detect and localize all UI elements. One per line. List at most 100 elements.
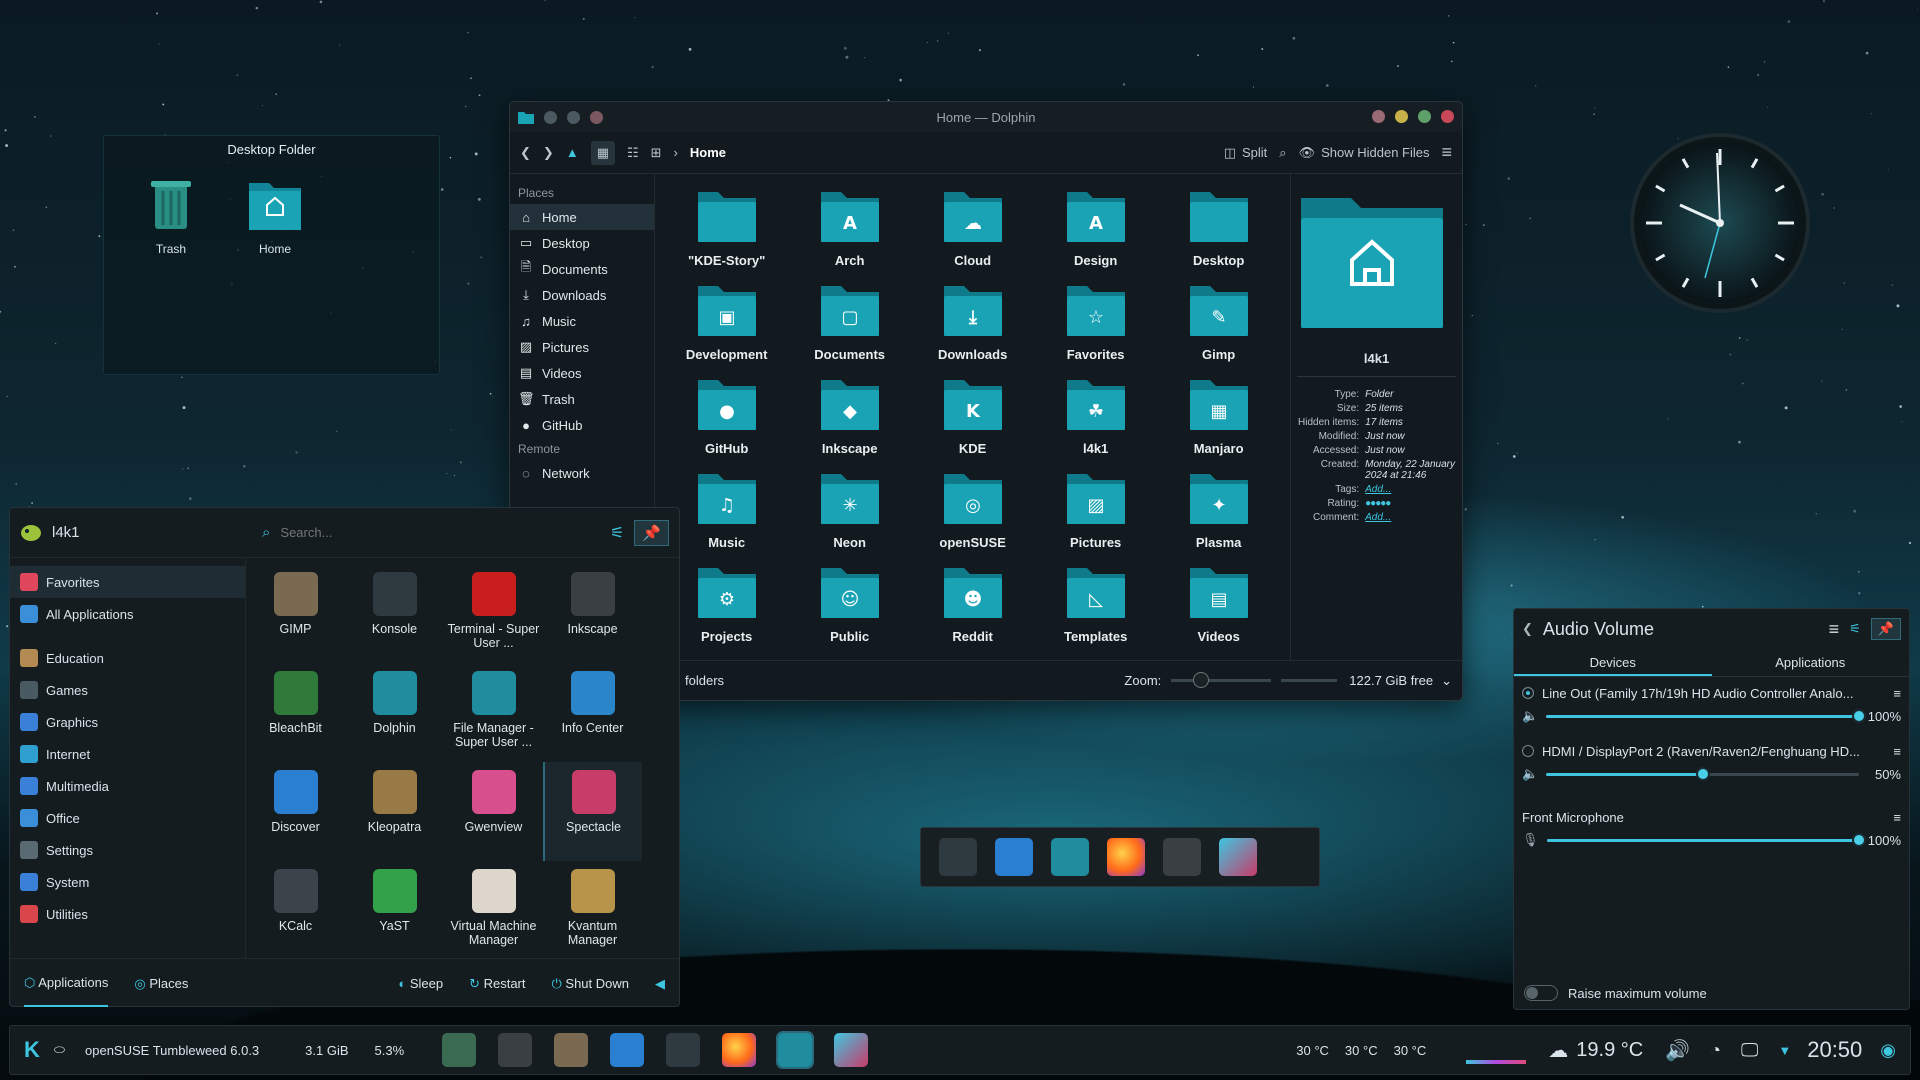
search-input[interactable]: [280, 525, 600, 540]
app-kleopatra[interactable]: Kleopatra: [345, 762, 444, 861]
app-virtual-machine-manager[interactable]: Virtual Machine Manager: [444, 861, 543, 960]
folder-item[interactable]: ☻ Reddit: [911, 560, 1034, 654]
folder-item[interactable]: ▦ Manjaro: [1157, 372, 1280, 466]
folder-item[interactable]: "KDE-Story": [665, 184, 788, 278]
weather-icon[interactable]: ☁: [1548, 1038, 1568, 1063]
back-button[interactable]: ❮: [520, 145, 531, 161]
task-gwenview[interactable]: [442, 1033, 477, 1067]
mic-volume-slider[interactable]: [1546, 832, 1866, 847]
hamburger-menu-button[interactable]: ≡: [1441, 142, 1452, 163]
volume-slider[interactable]: [1546, 708, 1866, 723]
folder-item[interactable]: ✳ Neon: [788, 466, 911, 560]
rating-stars[interactable]: ●●●●●: [1365, 498, 1456, 509]
app-kcalc[interactable]: KCalc: [246, 861, 345, 960]
folder-item[interactable]: ☁ Cloud: [911, 184, 1034, 278]
avatar[interactable]: [20, 523, 42, 543]
menu-icon[interactable]: ≡: [1829, 619, 1840, 640]
speaker-icon[interactable]: 🔈: [1522, 766, 1538, 782]
menu-dot-button[interactable]: [544, 110, 557, 124]
speaker-icon[interactable]: 🔈: [1522, 708, 1538, 724]
device-radio[interactable]: [1522, 687, 1534, 699]
tags-add-link[interactable]: Add...: [1365, 484, 1456, 495]
zoom-slider[interactable]: [1171, 672, 1272, 688]
volume-slider[interactable]: [1546, 766, 1859, 781]
places-item-pictures[interactable]: ▨ Pictures: [510, 334, 654, 360]
category-graphics[interactable]: Graphics: [10, 706, 245, 738]
places-item-music[interactable]: ♫ Music: [510, 308, 654, 334]
folder-item[interactable]: ☘ l4k1: [1034, 372, 1157, 466]
category-multimedia[interactable]: Multimedia: [10, 770, 245, 802]
breadcrumb[interactable]: Home: [690, 145, 726, 160]
tab-devices[interactable]: Devices: [1514, 649, 1712, 676]
pin-button[interactable]: 📌: [1870, 618, 1901, 640]
kde-launcher-icon[interactable]: K: [24, 1037, 40, 1063]
app-bleachbit[interactable]: BleachBit: [246, 663, 345, 762]
category-system[interactable]: System: [10, 866, 245, 898]
configure-icon[interactable]: ⚟: [610, 523, 624, 543]
weather-temp[interactable]: 19.9 °C: [1576, 1039, 1643, 1062]
places-item-desktop[interactable]: ▭ Desktop: [510, 230, 654, 256]
task-dolphin[interactable]: [776, 1031, 815, 1069]
folder-item[interactable]: A Design: [1034, 184, 1157, 278]
dock-system-settings[interactable]: [939, 838, 977, 876]
app-dolphin[interactable]: Dolphin: [345, 663, 444, 762]
app-discover[interactable]: Discover: [246, 762, 345, 861]
places-item-videos[interactable]: ▤ Videos: [510, 360, 654, 386]
app-inkscape[interactable]: Inkscape: [543, 564, 642, 663]
dock-spectacle[interactable]: [1219, 838, 1257, 876]
places-item-github[interactable]: ● GitHub: [510, 412, 654, 438]
dock-firefox[interactable]: [1107, 838, 1145, 876]
tray-expand-icon[interactable]: ▼: [1778, 1043, 1791, 1058]
task-inkscape[interactable]: [498, 1033, 533, 1067]
folder-item[interactable]: A Arch: [788, 184, 911, 278]
details-view-button[interactable]: ☷: [627, 145, 639, 161]
desktop-home[interactable]: Home: [238, 175, 312, 256]
tab-places[interactable]: ◎ Places: [134, 976, 188, 992]
back-icon[interactable]: ❮: [1522, 621, 1533, 637]
compact-view-button[interactable]: ⊞: [651, 145, 662, 161]
leave-icon[interactable]: ◀: [655, 976, 665, 992]
places-item-downloads[interactable]: ⤓ Downloads: [510, 282, 654, 308]
folder-item[interactable]: ◆ Inkscape: [788, 372, 911, 466]
app-gwenview[interactable]: Gwenview: [444, 762, 543, 861]
volume-icon[interactable]: 🔊: [1665, 1038, 1690, 1063]
minimize-button[interactable]: [1395, 110, 1408, 123]
folder-item[interactable]: ▢ Documents: [788, 278, 911, 372]
device-menu-icon[interactable]: ≡: [1893, 744, 1901, 759]
category-games[interactable]: Games: [10, 674, 245, 706]
microphone-icon[interactable]: 🎙: [1522, 832, 1539, 848]
restart-button[interactable]: ↻ Restart: [469, 976, 525, 992]
free-space[interactable]: 122.7 GiB free: [1349, 673, 1433, 688]
pin-button[interactable]: 📌: [634, 519, 669, 546]
split-button[interactable]: ◫ Split: [1224, 145, 1268, 161]
shutdown-button[interactable]: ⏻ Shut Down: [552, 976, 630, 992]
configure-icon[interactable]: ⚟: [1849, 621, 1861, 637]
up-button[interactable]: ▲: [566, 145, 579, 160]
toggle-icon[interactable]: ⬭: [54, 1042, 65, 1058]
category-internet[interactable]: Internet: [10, 738, 245, 770]
window-titlebar[interactable]: Home — Dolphin: [510, 102, 1462, 132]
dock-dolphin[interactable]: [1051, 838, 1089, 876]
close-button[interactable]: [1441, 110, 1454, 123]
category-settings[interactable]: Settings: [10, 834, 245, 866]
category-office[interactable]: Office: [10, 802, 245, 834]
folder-item[interactable]: ☆ Favorites: [1034, 278, 1157, 372]
places-item-home[interactable]: ⌂ Home: [510, 204, 655, 230]
search-button[interactable]: ⌕: [1279, 145, 1286, 161]
user-switch-icon[interactable]: ◉: [1880, 1040, 1896, 1061]
folder-item[interactable]: ◺ Templates: [1034, 560, 1157, 654]
category-education[interactable]: Education: [10, 642, 245, 674]
power-profile-icon[interactable]: ◔: [1710, 1040, 1721, 1061]
folder-item[interactable]: ▣ Development: [665, 278, 788, 372]
dock-discover[interactable]: [995, 838, 1033, 876]
folder-item[interactable]: ▤ Videos: [1157, 560, 1280, 654]
dock-inkscape[interactable]: [1163, 838, 1201, 876]
folder-item[interactable]: ✎ Gimp: [1157, 278, 1280, 372]
device-menu-icon[interactable]: ≡: [1893, 686, 1901, 701]
app-kvantum-manager[interactable]: Kvantum Manager: [543, 861, 642, 960]
places-item-documents[interactable]: 🗎 Documents: [510, 256, 654, 282]
device-radio[interactable]: [1522, 745, 1534, 757]
folder-item[interactable]: ⤓ Downloads: [911, 278, 1034, 372]
task-system-settings[interactable]: [666, 1033, 701, 1067]
places-item-network[interactable]: ◌ Network: [510, 460, 654, 486]
